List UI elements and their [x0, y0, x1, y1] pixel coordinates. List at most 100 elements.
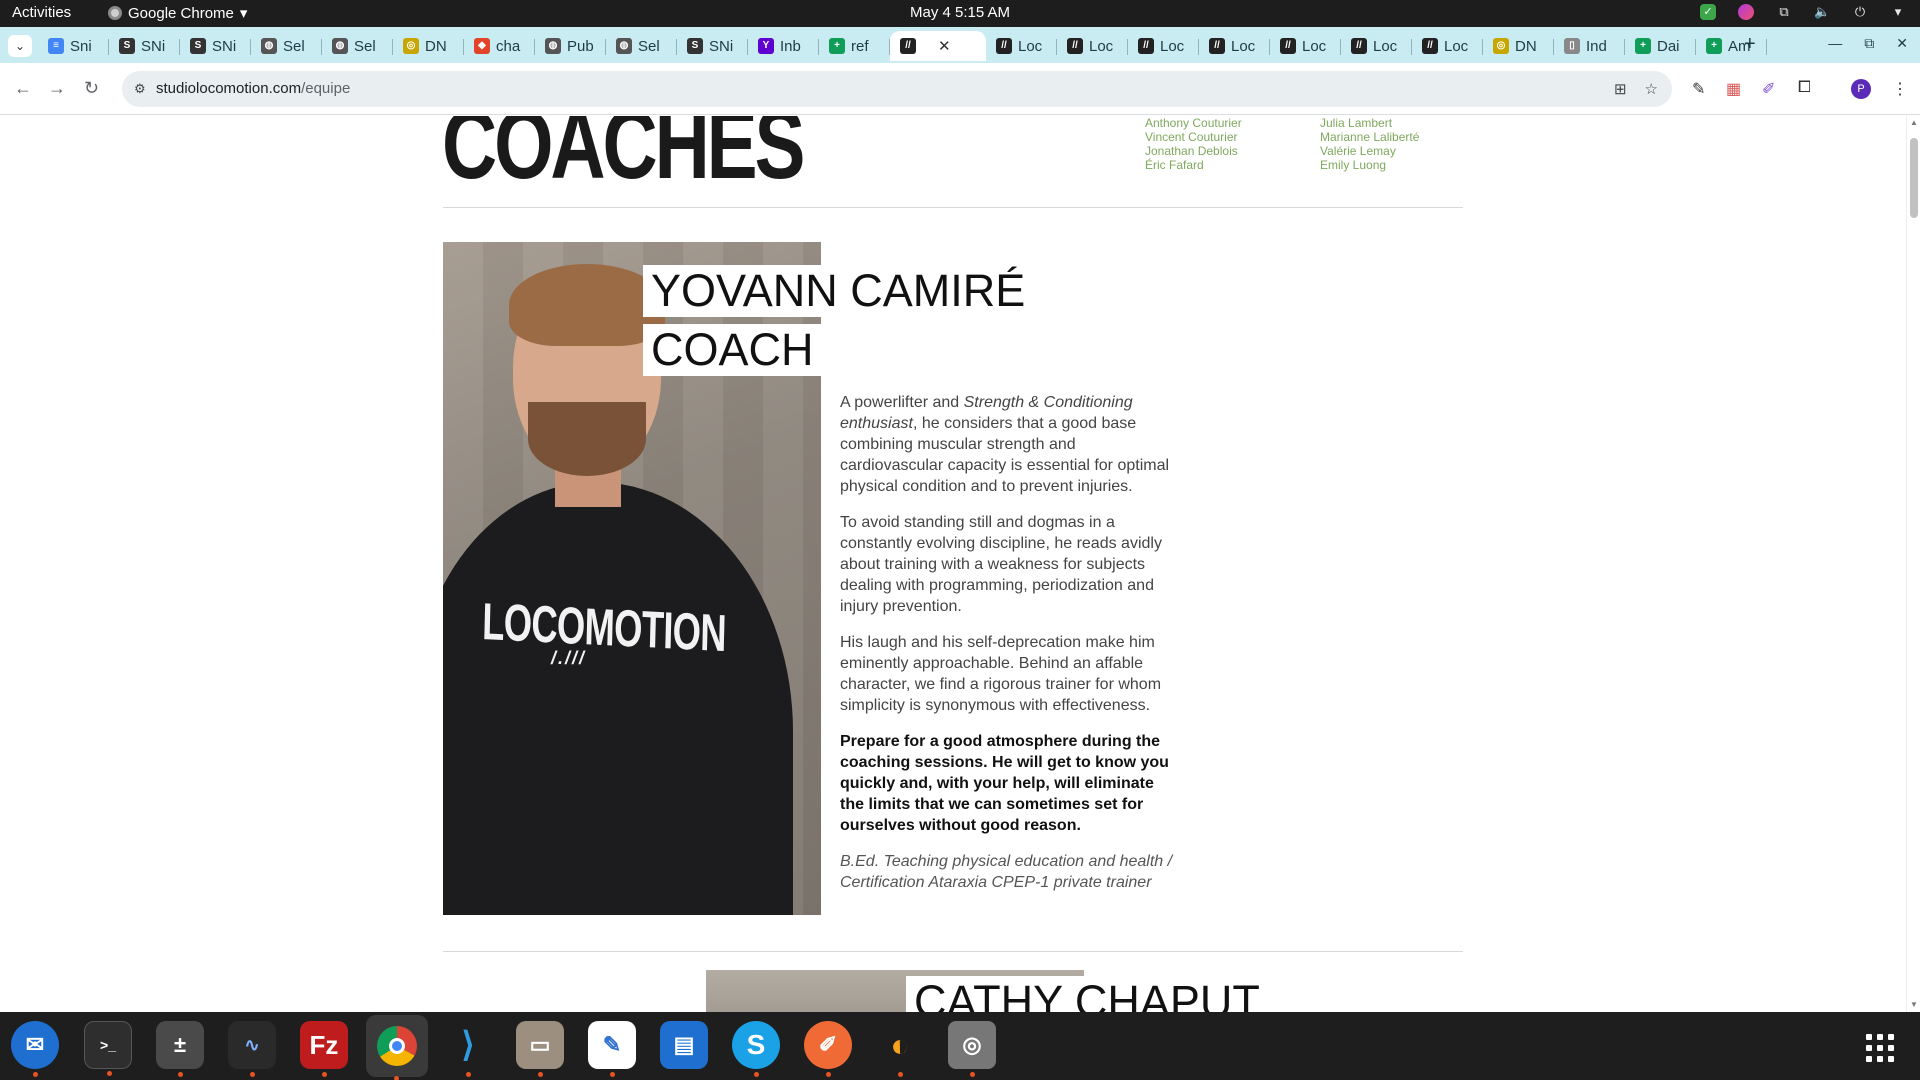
- browser-tab[interactable]: // Loc: [1270, 31, 1341, 61]
- browser-tab[interactable]: ◆ cha: [464, 31, 535, 61]
- network-icon[interactable]: ⧉: [1776, 4, 1792, 20]
- extensions-puzzle-icon[interactable]: ⧠: [1798, 79, 1811, 97]
- browser-tab[interactable]: + Dai: [1625, 31, 1696, 61]
- globe-icon: ◍: [332, 38, 348, 54]
- color-picker-tray-icon[interactable]: [1738, 4, 1754, 20]
- volume-icon[interactable]: 🔈: [1814, 4, 1830, 20]
- browser-tab[interactable]: ▯ Ind: [1554, 31, 1625, 61]
- calendar-extension-icon[interactable]: ▦: [1726, 79, 1741, 99]
- coach-link[interactable]: Valérie Lemay: [1320, 144, 1419, 158]
- browser-tab[interactable]: ◎ DN: [1483, 31, 1554, 61]
- system-tray[interactable]: ✓ ⧉ 🔈 ⏻ ▾: [1700, 4, 1906, 20]
- browser-tab[interactable]: // Loc: [1412, 31, 1483, 61]
- tab-label: Sel: [283, 37, 305, 55]
- browser-tab[interactable]: // ✕: [890, 31, 986, 61]
- photo-beard: [528, 402, 646, 476]
- browser-tab[interactable]: + ref: [819, 31, 890, 61]
- browser-tab[interactable]: ◍ Pub: [535, 31, 606, 61]
- power-icon[interactable]: ⏻: [1852, 4, 1868, 20]
- desktop-screen: Activities Google Chrome ▾ May 4 5:15 AM…: [0, 0, 1920, 1080]
- scroll-up-icon[interactable]: ▲: [1910, 118, 1918, 127]
- scroll-down-icon[interactable]: ▼: [1910, 1000, 1918, 1009]
- vscode-icon[interactable]: ⟩: [444, 1021, 492, 1077]
- browser-tab[interactable]: + Am: [1696, 31, 1767, 61]
- tab-label: SNi: [212, 37, 237, 55]
- coach-index-column-2: Julia Lambert Marianne Laliberté Valérie…: [1320, 116, 1419, 172]
- browser-tab[interactable]: ◍ Sel: [606, 31, 677, 61]
- disc-utility-icon[interactable]: ◎: [948, 1021, 996, 1077]
- skype-icon[interactable]: S: [732, 1021, 780, 1077]
- update-notifier-icon[interactable]: ✓: [1700, 4, 1716, 20]
- url-text[interactable]: studiolocomotion.com/equipe: [156, 80, 350, 97]
- coach-link[interactable]: Jonathan Deblois: [1145, 144, 1242, 158]
- coach-bio-paragraph-2: To avoid standing still and dogmas in a …: [840, 514, 1162, 615]
- browser-tab[interactable]: ≡ Sni: [38, 31, 109, 61]
- browser-tab[interactable]: ◎ DN: [393, 31, 464, 61]
- tab-label: SNi: [709, 37, 734, 55]
- browser-tab[interactable]: S SNi: [677, 31, 748, 61]
- scrollbar-thumb[interactable]: [1910, 138, 1918, 218]
- browser-tab[interactable]: S SNi: [109, 31, 180, 61]
- clock[interactable]: May 4 5:15 AM: [910, 4, 1010, 21]
- filezilla-icon[interactable]: Fz: [300, 1021, 348, 1077]
- text-editor-icon[interactable]: ✎: [588, 1021, 636, 1077]
- tab-label: Sel: [638, 37, 660, 55]
- close-tab-icon[interactable]: ✕: [938, 37, 951, 55]
- section-divider: [443, 951, 1463, 952]
- tab-search-button[interactable]: ⌄: [8, 35, 32, 57]
- site-info-icon[interactable]: ⚙: [134, 81, 146, 97]
- tab-label: Loc: [1444, 37, 1469, 55]
- blender-like-icon[interactable]: ◐: [876, 1021, 924, 1077]
- coach-link[interactable]: Vincent Couturier: [1145, 130, 1242, 144]
- maximize-icon[interactable]: ⧉: [1864, 35, 1874, 52]
- chrome-menu-icon[interactable]: ⋮: [1892, 79, 1908, 99]
- coach-link[interactable]: Éric Fafard: [1145, 158, 1242, 172]
- postman-icon[interactable]: ✐: [804, 1021, 852, 1077]
- browser-tab[interactable]: // Loc: [1128, 31, 1199, 61]
- forward-icon[interactable]: →: [48, 78, 66, 99]
- browser-tab[interactable]: ◍ Sel: [322, 31, 393, 61]
- coach-bio-highlight: Prepare for a good atmosphere during the…: [840, 733, 1169, 834]
- files-icon[interactable]: ▭: [516, 1021, 564, 1077]
- coach-link[interactable]: Marianne Laliberté: [1320, 130, 1419, 144]
- browser-tab[interactable]: // Loc: [986, 31, 1057, 61]
- app-menu[interactable]: Google Chrome ▾: [108, 4, 247, 22]
- system-menu-arrow-icon[interactable]: ▾: [1890, 4, 1906, 20]
- page-scrollbar[interactable]: ▲ ▼: [1906, 116, 1920, 1012]
- address-bar[interactable]: ⚙ studiolocomotion.com/equipe ⊞ ☆: [122, 71, 1672, 107]
- profile-avatar[interactable]: P: [1851, 79, 1871, 99]
- thunderbird-icon[interactable]: ✉: [11, 1021, 59, 1077]
- close-window-icon[interactable]: ✕: [1896, 35, 1908, 52]
- coach-link[interactable]: Julia Lambert: [1320, 116, 1419, 130]
- chrome-dock-icon[interactable]: [366, 1015, 428, 1080]
- globe-icon: ◍: [545, 38, 561, 54]
- browser-tab[interactable]: // Loc: [1199, 31, 1270, 61]
- eyedropper-extension-icon[interactable]: ✎: [1692, 79, 1705, 99]
- minimize-icon[interactable]: —: [1828, 35, 1842, 52]
- yahoo-icon: Y: [758, 38, 774, 54]
- translate-icon[interactable]: ⊞: [1614, 80, 1627, 98]
- browser-tab[interactable]: // Loc: [1341, 31, 1412, 61]
- new-tab-button[interactable]: +: [1744, 33, 1756, 56]
- coach-link[interactable]: Emily Luong: [1320, 158, 1419, 172]
- shirt-logo-text: LOCOMOTION: [481, 592, 727, 664]
- writer-icon[interactable]: ▤: [660, 1021, 708, 1069]
- coach-credentials: B.Ed. Teaching physical education and he…: [840, 853, 1173, 891]
- show-applications-icon[interactable]: [1866, 1034, 1898, 1062]
- browser-tab[interactable]: ◍ Sel: [251, 31, 322, 61]
- tab-label: Dai: [1657, 37, 1680, 55]
- system-monitor-icon[interactable]: ∿: [228, 1021, 276, 1077]
- browser-tab[interactable]: // Loc: [1057, 31, 1128, 61]
- browser-tab[interactable]: Y Inb: [748, 31, 819, 61]
- reload-icon[interactable]: ↻: [84, 78, 99, 99]
- calculator-icon[interactable]: ±: [156, 1021, 204, 1077]
- browser-tab[interactable]: S SNi: [180, 31, 251, 61]
- coach-link[interactable]: Anthony Couturier: [1145, 116, 1242, 130]
- terminal-icon[interactable]: >_: [84, 1021, 132, 1076]
- coach-bio-paragraph-1: A powerlifter and Strength & Conditionin…: [840, 394, 1170, 495]
- back-icon[interactable]: ←: [14, 78, 32, 99]
- pen-extension-icon[interactable]: ✐: [1762, 79, 1775, 99]
- bookmark-star-icon[interactable]: ☆: [1645, 80, 1658, 98]
- activities-button[interactable]: Activities: [12, 4, 71, 21]
- tab-label: Loc: [1089, 37, 1114, 55]
